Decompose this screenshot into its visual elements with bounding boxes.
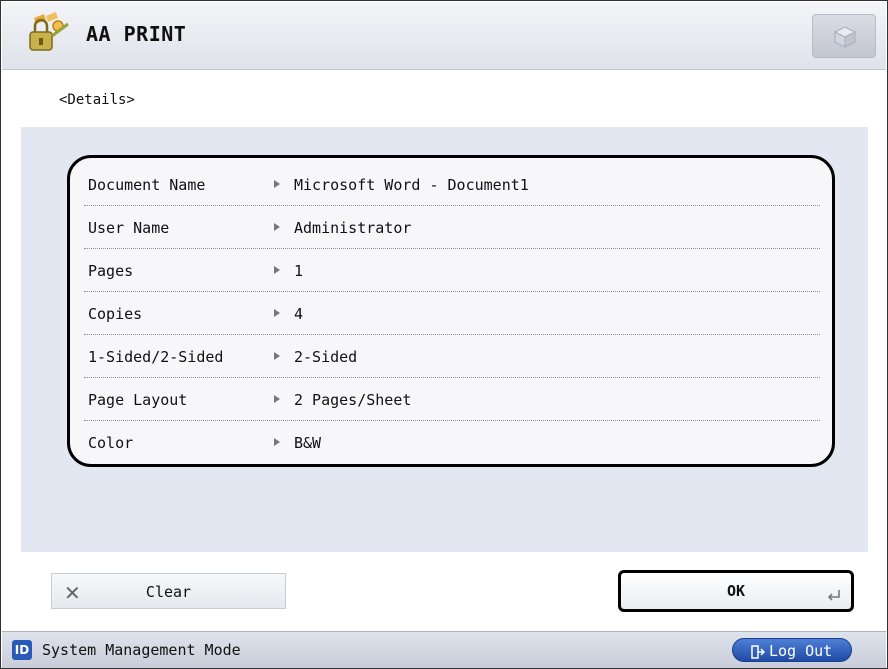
detail-value: Administrator (294, 219, 412, 237)
detail-row-color: Color B&W (84, 422, 820, 464)
id-badge-icon: ID (12, 640, 32, 660)
detail-row-document-name: Document Name Microsoft Word - Document1 (84, 164, 820, 206)
detail-value: 1 (294, 262, 304, 280)
clear-button[interactable]: ✕ Clear (51, 573, 286, 609)
detail-row-copies: Copies 4 (84, 293, 820, 335)
arrow-right-icon (274, 309, 280, 317)
system-mode-text: System Management Mode (42, 641, 241, 659)
detail-label: 1-Sided/2-Sided (88, 348, 224, 366)
arrow-right-icon (274, 223, 280, 231)
detail-label: Document Name (88, 176, 206, 194)
detail-label: Copies (88, 305, 143, 323)
detail-label: Page Layout (88, 391, 188, 409)
box-icon (833, 26, 857, 48)
arrow-right-icon (274, 395, 280, 403)
detail-row-pages: Pages 1 (84, 250, 820, 292)
detail-label: User Name (88, 219, 170, 237)
app-title: AA PRINT (86, 22, 187, 46)
status-bar: ID System Management Mode Log Out (2, 631, 886, 668)
logout-button[interactable]: Log Out (732, 638, 852, 662)
details-list: Document Name Microsoft Word - Document1… (67, 155, 835, 467)
detail-value: 2 Pages/Sheet (294, 391, 412, 409)
ok-button-label: OK (726, 582, 746, 600)
print-details-screen: AA PRINT <Details> Document Name Microso… (0, 0, 888, 669)
detail-value: 2-Sided (294, 348, 358, 366)
section-label: <Details> (59, 92, 135, 108)
detail-value: B&W (294, 434, 322, 452)
ok-button[interactable]: OK (618, 570, 854, 612)
detail-row-user-name: User Name Administrator (84, 207, 820, 249)
clear-button-label: Clear (145, 583, 192, 601)
arrow-right-icon (274, 352, 280, 360)
detail-label: Color (88, 434, 134, 452)
title-bar: AA PRINT (2, 2, 886, 70)
arrow-right-icon (274, 180, 280, 188)
key-lock-icon (24, 12, 72, 56)
detail-label: Pages (88, 262, 134, 280)
enter-icon (827, 586, 841, 605)
logout-icon (751, 644, 766, 663)
corner-button[interactable] (812, 14, 876, 58)
arrow-right-icon (274, 438, 280, 446)
logout-label: Log Out (769, 642, 833, 660)
detail-row-sided: 1-Sided/2-Sided 2-Sided (84, 336, 820, 378)
detail-row-page-layout: Page Layout 2 Pages/Sheet (84, 379, 820, 421)
detail-value: 4 (294, 305, 304, 323)
detail-value: Microsoft Word - Document1 (294, 176, 529, 194)
arrow-right-icon (274, 266, 280, 274)
